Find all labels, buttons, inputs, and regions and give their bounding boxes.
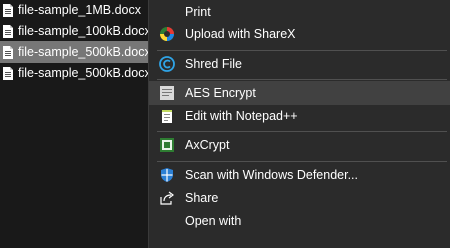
menu-item-label: Scan with Windows Defender... — [185, 168, 358, 182]
context-menu: Print Upload with ShareX Shred File AES … — [148, 0, 450, 248]
menu-item-axcrypt[interactable]: AxCrypt — [149, 133, 450, 157]
menu-separator — [157, 131, 447, 132]
menu-separator — [157, 79, 447, 80]
file-row[interactable]: file-sample_100kB.docx — [0, 20, 151, 42]
menu-item-label: Print — [185, 5, 211, 19]
document-icon — [2, 66, 14, 81]
menu-item-edit-notepad[interactable]: Edit with Notepad++ — [149, 104, 450, 128]
file-name: file-sample_500kB.docx — [18, 66, 151, 80]
menu-item-label: Edit with Notepad++ — [185, 109, 298, 123]
menu-item-label: Upload with ShareX — [185, 27, 296, 41]
document-icon — [2, 24, 14, 39]
file-row-selected[interactable]: file-sample_500kB.docx — [0, 41, 151, 63]
menu-item-open-with[interactable]: Open with — [149, 209, 450, 233]
menu-item-label: Shred File — [185, 57, 242, 71]
file-row[interactable]: file-sample_1MB.docx — [0, 0, 149, 21]
document-icon — [2, 3, 14, 18]
menu-item-label: AxCrypt — [185, 138, 230, 152]
menu-item-shred-file[interactable]: Shred File — [149, 52, 450, 76]
menu-separator — [157, 161, 447, 162]
share-icon — [159, 190, 175, 206]
file-name: file-sample_100kB.docx — [18, 24, 151, 38]
menu-item-label: Open with — [185, 214, 242, 228]
menu-separator — [157, 50, 447, 51]
sharex-icon — [159, 26, 175, 42]
windows-defender-icon — [159, 167, 175, 183]
menu-item-share[interactable]: Share — [149, 186, 450, 210]
menu-item-label: AES Encrypt — [185, 86, 256, 100]
menu-item-aes-encrypt[interactable]: AES Encrypt — [149, 81, 450, 105]
menu-item-label: Share — [185, 191, 219, 205]
aes-encrypt-icon — [159, 85, 175, 101]
file-name: file-sample_1MB.docx — [18, 3, 141, 17]
notepad-plus-plus-icon — [159, 108, 175, 124]
shred-file-icon — [159, 56, 175, 72]
file-row[interactable]: file-sample_500kB.docx — [0, 62, 151, 84]
menu-item-upload-sharex[interactable]: Upload with ShareX — [149, 22, 450, 46]
file-name: file-sample_500kB.docx — [18, 45, 151, 59]
menu-item-print[interactable]: Print — [149, 0, 450, 24]
axcrypt-icon — [159, 137, 175, 153]
document-icon — [2, 45, 14, 60]
menu-item-scan-defender[interactable]: Scan with Windows Defender... — [149, 163, 450, 187]
